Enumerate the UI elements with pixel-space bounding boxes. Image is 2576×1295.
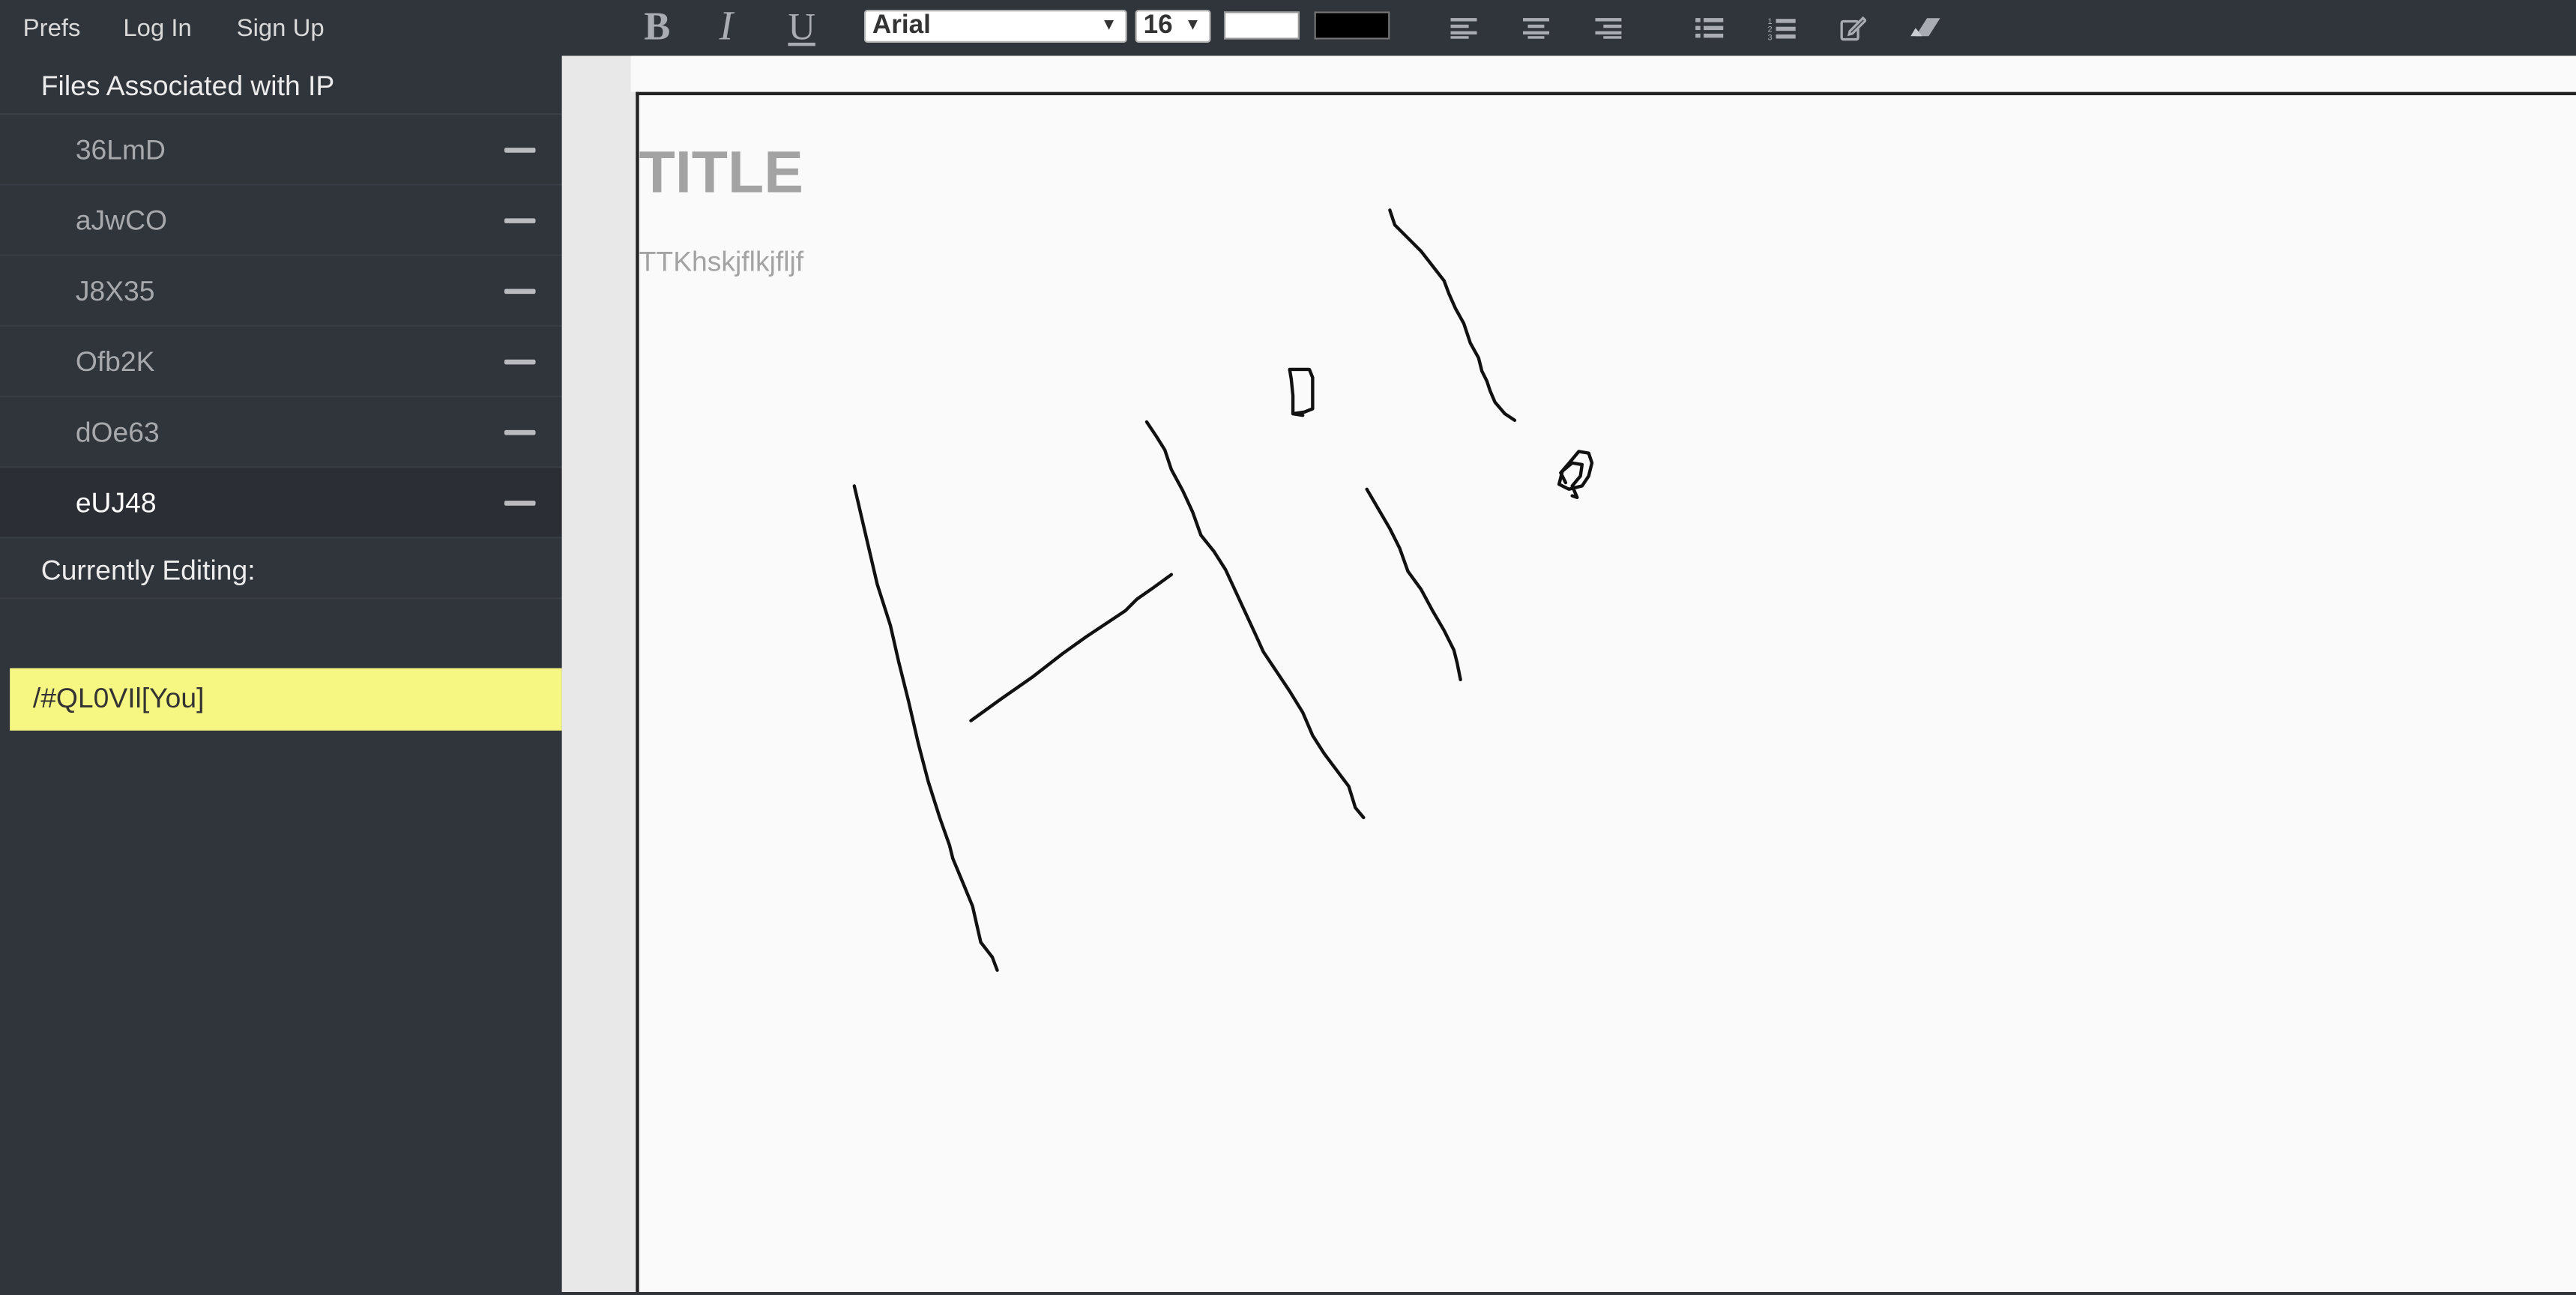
font-family-value: Arial [872,11,931,40]
ink-stroke [1288,367,1315,416]
files-heading: Files Associated with IP [0,55,562,115]
top-toolbar: Prefs Log In Sign Up B I U Arial ▼ 16 ▼ … [0,0,2576,56]
text-color-swatch[interactable] [1314,11,1390,40]
numbered-list-icon[interactable]: 123 [1766,0,1795,55]
remove-file-icon[interactable] [504,359,536,365]
file-item-euj48[interactable]: eUJ48 [0,468,562,539]
eraser-icon[interactable] [1910,0,1940,55]
file-item-ofb2k[interactable]: Ofb2K [0,326,562,398]
underline-button[interactable]: U [782,0,821,55]
ink-stroke [852,484,999,972]
remove-file-icon[interactable] [504,148,536,153]
edit-pencil-icon[interactable] [1839,0,1868,55]
remove-file-icon[interactable] [504,501,536,506]
background-color-swatch[interactable] [1224,11,1300,40]
remove-file-icon[interactable] [504,289,536,295]
editing-user-badge: /#QL0VIl[You] [10,668,562,731]
font-size-value: 16 [1143,11,1173,40]
prefs-link[interactable]: Prefs [23,15,81,43]
align-center-icon[interactable] [1521,0,1551,55]
align-left-icon[interactable] [1449,0,1478,55]
font-family-select[interactable]: Arial ▼ [863,10,1127,43]
freehand-drawing-canvas[interactable] [639,95,2576,1295]
file-name: dOe63 [75,417,160,449]
remove-file-icon[interactable] [504,429,536,435]
file-item-j8x35[interactable]: J8X35 [0,256,562,327]
font-size-select[interactable]: 16 ▼ [1135,10,1211,43]
ink-stroke [969,573,1174,722]
bulleted-list-icon[interactable] [1694,0,1723,55]
chevron-down-icon: ▼ [1184,16,1201,35]
file-item-doe63[interactable]: dOe63 [0,397,562,468]
file-name: 36LmD [75,134,166,166]
login-link[interactable]: Log In [123,15,191,43]
file-name: eUJ48 [75,487,157,519]
ink-stroke [1365,487,1462,682]
ink-stroke [1557,450,1594,499]
editing-user-label: /#QL0VIl[You] [32,683,205,714]
currently-editing-heading: Currently Editing: [0,540,562,600]
sidebar: Files Associated with IP 36LmD aJwCO J8X… [0,55,562,1293]
file-item-36lmd[interactable]: 36LmD [0,115,562,186]
svg-text:3: 3 [1767,33,1771,40]
ink-stroke [1291,411,1305,417]
ink-stroke [1388,208,1517,422]
align-right-icon[interactable] [1593,0,1623,55]
file-name: J8X35 [75,276,155,307]
ink-stroke [1144,420,1366,820]
bold-button[interactable]: B [637,0,677,55]
signup-link[interactable]: Sign Up [237,15,325,43]
file-item-ajwco[interactable]: aJwCO [0,185,562,256]
remove-file-icon[interactable] [504,218,536,223]
document-page[interactable]: TITLE TTKhskjflkjfljf [636,91,2576,1295]
italic-button[interactable]: I [710,0,743,55]
file-name: aJwCO [75,205,167,237]
chevron-down-icon: ▼ [1100,16,1117,35]
file-name: Ofb2K [75,346,155,378]
page-top-margin [630,55,2576,92]
